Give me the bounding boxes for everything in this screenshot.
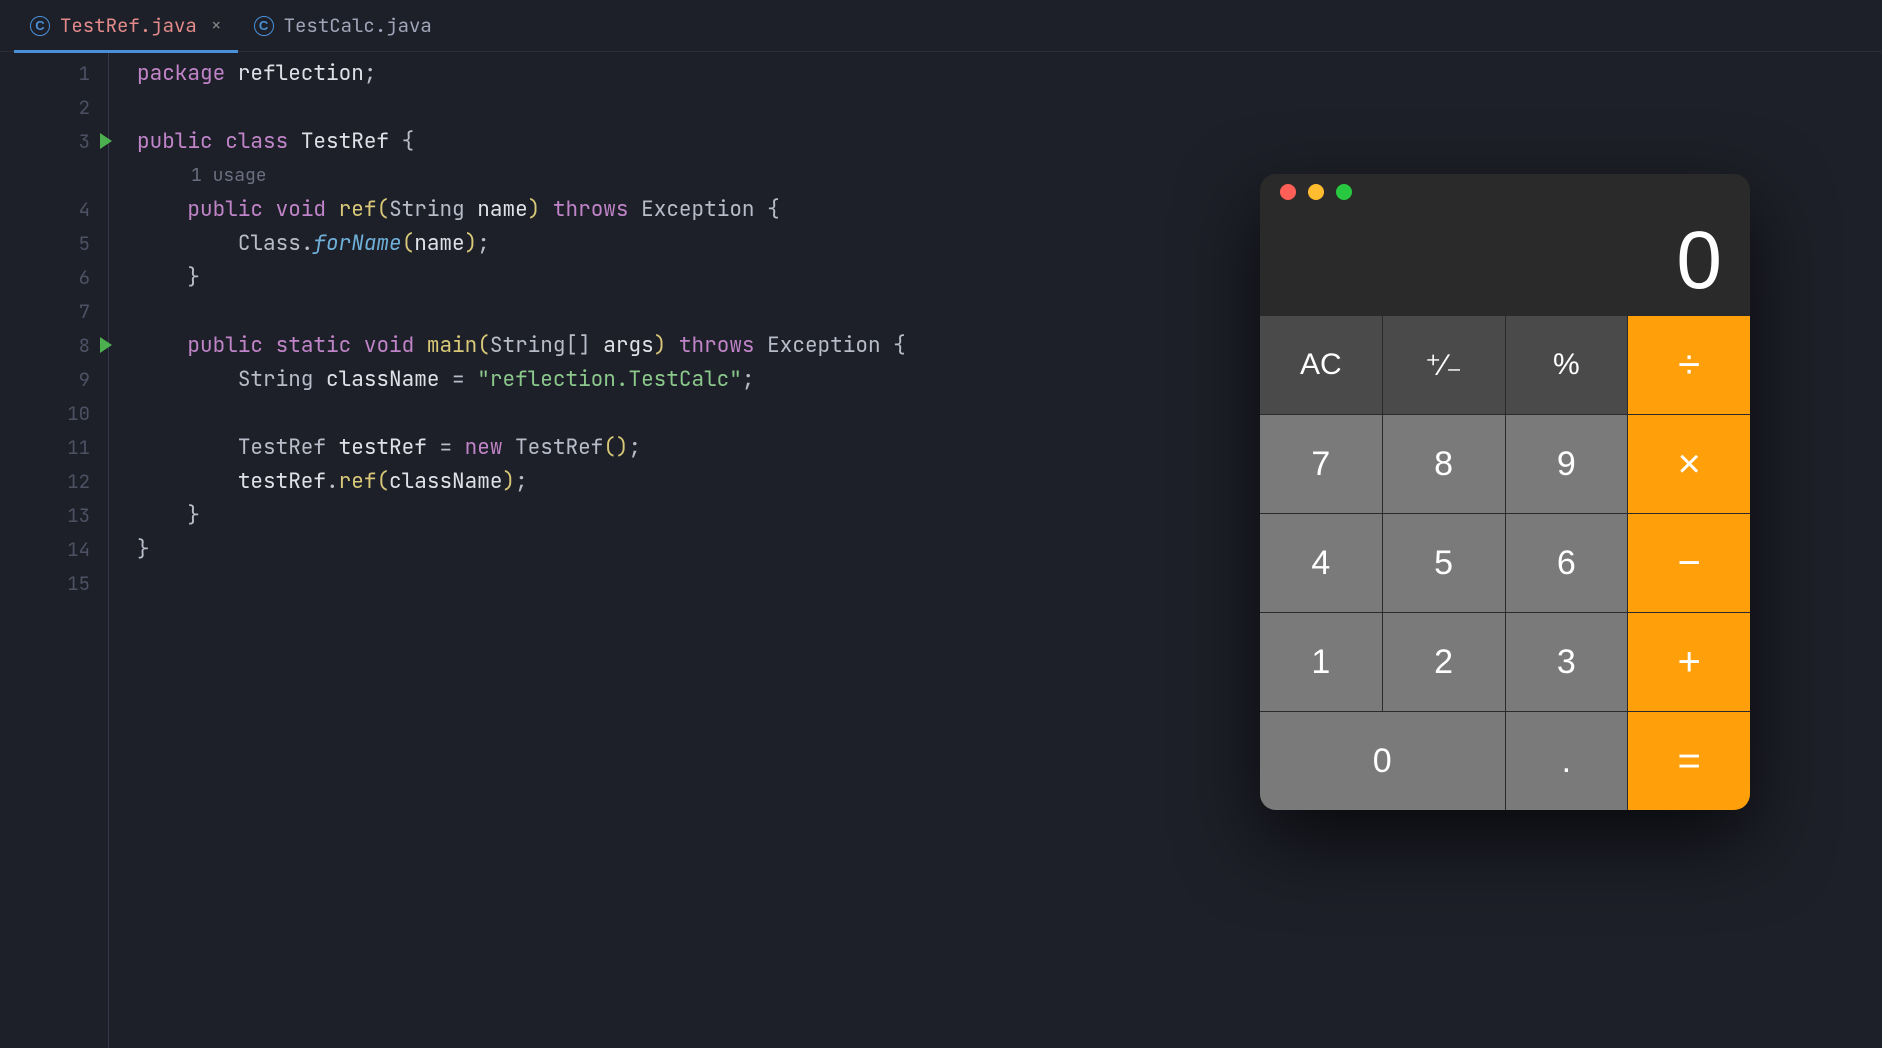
calc-8-button[interactable]: 8	[1383, 415, 1505, 513]
calculator-keypad: AC ⁺∕₋ % ÷ 7 8 9 × 4 5 6 − 1 2 3 + 0 . =	[1260, 316, 1750, 810]
line-number: 2	[0, 90, 108, 124]
calc-multiply-button[interactable]: ×	[1628, 415, 1750, 513]
calculator-window[interactable]: 0 AC ⁺∕₋ % ÷ 7 8 9 × 4 5 6 − 1 2 3 + 0 .…	[1260, 174, 1750, 810]
line-number[interactable]: 8	[0, 328, 108, 362]
close-icon[interactable]: ×	[211, 14, 222, 37]
maximize-window-icon[interactable]	[1336, 184, 1352, 200]
tab-testcalc[interactable]: C TestCalc.java	[238, 0, 448, 52]
calc-subtract-button[interactable]: −	[1628, 514, 1750, 612]
calc-3-button[interactable]: 3	[1506, 613, 1628, 711]
line-number: 9	[0, 362, 108, 396]
calc-percent-button[interactable]: %	[1506, 316, 1628, 414]
tab-label: TestCalc.java	[284, 13, 432, 38]
line-number: 13	[0, 498, 108, 532]
calc-6-button[interactable]: 6	[1506, 514, 1628, 612]
code-line: package reflection;	[137, 56, 1882, 90]
calc-clear-button[interactable]: AC	[1260, 316, 1382, 414]
calculator-display: 0	[1260, 210, 1750, 316]
tabs-bar: C TestRef.java × C TestCalc.java	[0, 0, 1882, 52]
line-number: 11	[0, 430, 108, 464]
hint-gutter	[0, 158, 108, 192]
class-file-icon: C	[254, 16, 274, 36]
line-number: 7	[0, 294, 108, 328]
run-icon[interactable]	[100, 133, 112, 149]
run-icon[interactable]	[100, 337, 112, 353]
calc-1-button[interactable]: 1	[1260, 613, 1382, 711]
calc-9-button[interactable]: 9	[1506, 415, 1628, 513]
code-line: public class TestRef {	[137, 124, 1882, 158]
calc-2-button[interactable]: 2	[1383, 613, 1505, 711]
line-number[interactable]: 3	[0, 124, 108, 158]
calc-7-button[interactable]: 7	[1260, 415, 1382, 513]
calc-5-button[interactable]: 5	[1383, 514, 1505, 612]
calc-add-button[interactable]: +	[1628, 613, 1750, 711]
calc-sign-button[interactable]: ⁺∕₋	[1383, 316, 1505, 414]
line-number: 1	[0, 56, 108, 90]
line-number: 14	[0, 532, 108, 566]
close-window-icon[interactable]	[1280, 184, 1296, 200]
line-number: 5	[0, 226, 108, 260]
line-number: 12	[0, 464, 108, 498]
calc-decimal-button[interactable]: .	[1506, 712, 1628, 810]
minimize-window-icon[interactable]	[1308, 184, 1324, 200]
calculator-titlebar[interactable]	[1260, 174, 1750, 210]
line-number: 6	[0, 260, 108, 294]
calc-equals-button[interactable]: =	[1628, 712, 1750, 810]
line-number: 15	[0, 566, 108, 600]
line-number: 4	[0, 192, 108, 226]
calc-4-button[interactable]: 4	[1260, 514, 1382, 612]
class-file-icon: C	[30, 16, 50, 36]
calc-divide-button[interactable]: ÷	[1628, 316, 1750, 414]
tab-label: TestRef.java	[60, 13, 197, 38]
tab-testref[interactable]: C TestRef.java ×	[14, 0, 238, 52]
calc-0-button[interactable]: 0	[1260, 712, 1505, 810]
code-line	[137, 90, 1882, 124]
gutter: 1 2 3 4 5 6 7 8 9 10 11 12 13 14 15	[0, 52, 108, 1048]
line-number: 10	[0, 396, 108, 430]
